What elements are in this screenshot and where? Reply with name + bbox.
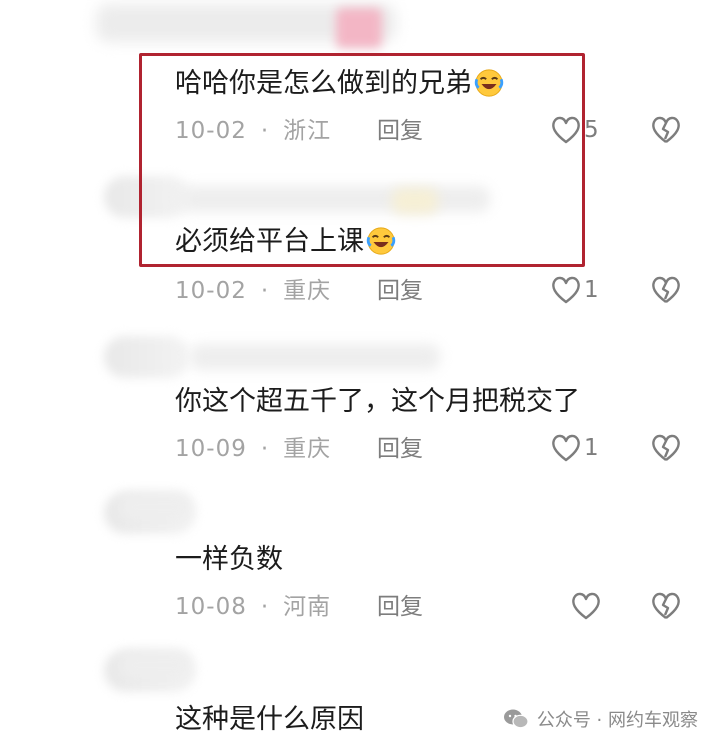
username-blurred	[190, 344, 440, 370]
comment-text: 你这个超五千了，这个月把税交了	[175, 386, 580, 417]
reply-button[interactable]: 回复	[377, 434, 423, 464]
comment-location: 重庆	[283, 436, 332, 462]
comment-meta: 10-08 · 河南	[175, 592, 331, 622]
like-button[interactable]: 1	[550, 432, 599, 464]
comment-text: 一样负数	[175, 544, 283, 575]
like-button[interactable]	[570, 590, 604, 622]
comment-text: 这种是什么原因	[175, 704, 364, 735]
like-count: 5	[584, 117, 599, 143]
highlight-box	[139, 53, 585, 267]
like-count: 1	[584, 277, 599, 303]
avatar[interactable]	[104, 336, 190, 378]
heart-icon	[552, 434, 580, 462]
wechat-official-account-icon	[503, 709, 529, 729]
heart-icon	[552, 276, 580, 304]
comment-date: 10-08	[175, 594, 247, 620]
comment-date: 10-09	[175, 436, 247, 462]
heart-icon	[572, 592, 600, 620]
broken-heart-icon[interactable]	[650, 432, 682, 464]
comment-meta: 10-09 · 重庆	[175, 434, 331, 464]
username-blurred	[120, 652, 190, 678]
broken-heart-icon[interactable]	[650, 114, 682, 146]
comment-location: 重庆	[283, 278, 332, 304]
username-blurred	[120, 494, 190, 520]
reply-button[interactable]: 回复	[377, 276, 423, 306]
broken-heart-icon[interactable]	[650, 590, 682, 622]
like-button[interactable]: 1	[550, 274, 599, 306]
top-blurred-pink-block	[336, 8, 382, 48]
comment-meta: 10-02 · 重庆	[175, 276, 331, 306]
watermark-text: 公众号 · 网约车观察	[536, 710, 698, 731]
reply-button[interactable]: 回复	[377, 592, 423, 622]
meta-separator: ·	[260, 594, 270, 620]
broken-heart-icon[interactable]	[650, 274, 682, 306]
comment-date: 10-02	[175, 278, 247, 304]
meta-separator: ·	[260, 436, 270, 462]
meta-separator: ·	[260, 278, 270, 304]
comment-location: 河南	[283, 594, 332, 620]
like-count: 1	[584, 435, 599, 461]
watermark: 公众号 · 网约车观察	[503, 706, 698, 732]
